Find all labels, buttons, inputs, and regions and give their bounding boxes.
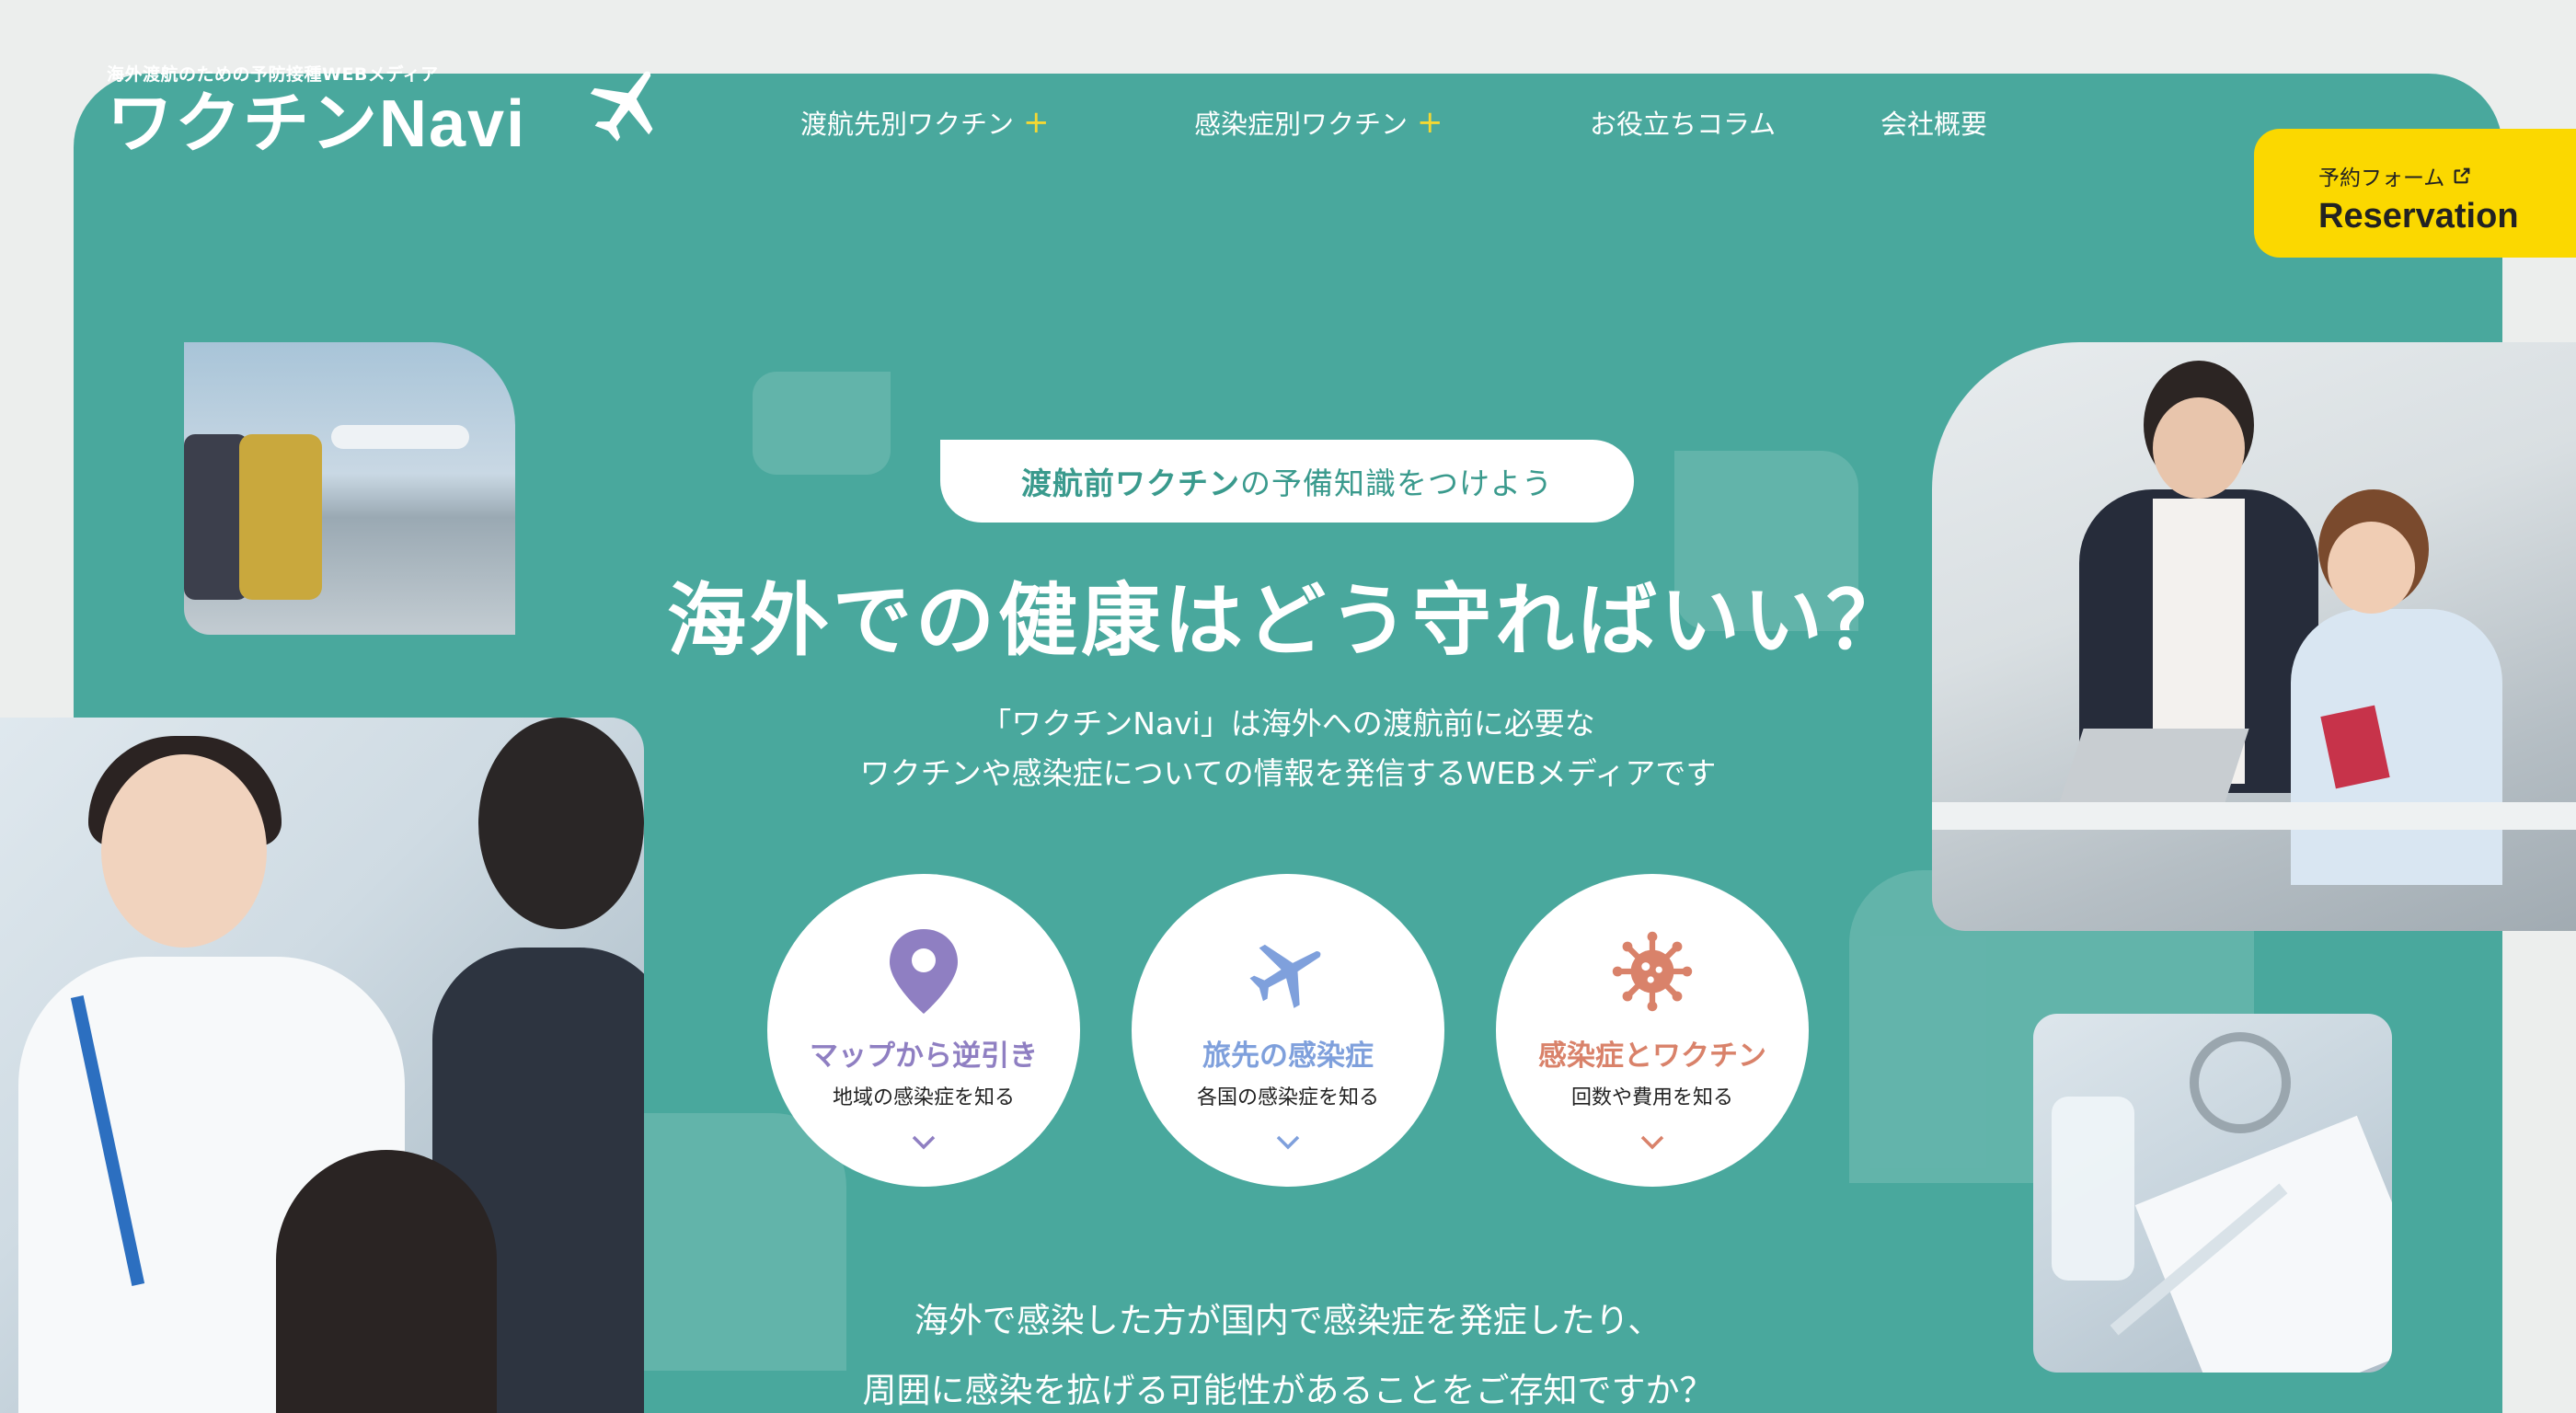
nav-item-company[interactable]: 会社概要 (1880, 103, 1987, 142)
nav-item-column[interactable]: お役立ちコラム (1590, 103, 1776, 142)
question-line: 海外で感染した方が国内で感染症を発症したり、 (914, 1301, 1662, 1340)
description-line: ワクチンや感染症についての情報を発信するWEBメディアです (859, 755, 1717, 791)
intro-pill: 渡航前ワクチン の予備知識をつけよう (940, 440, 1634, 523)
airplane-shape (331, 425, 469, 449)
intro-question: 海外で感染した方が国内で感染症を発症したり、 周囲に感染を拡げる可能性があること… (0, 1286, 2576, 1413)
card-title: 旅先の感染症 (1202, 1040, 1374, 1073)
virus-icon (1612, 931, 1693, 1012)
pill-text: の予備知識をつけよう (1240, 465, 1553, 501)
external-link-icon (2454, 167, 2470, 184)
map-pin-icon (890, 929, 958, 1014)
nav-label: 感染症別ワクチン (1194, 109, 1409, 140)
logo-tagline: 海外渡航のための予防接種WEBメディア (107, 64, 439, 85)
card-destination-diseases[interactable]: 旅先の感染症 各国の感染症を知る (1132, 874, 1444, 1187)
nav-label: お役立ちコラム (1590, 109, 1777, 140)
airplane-icon (590, 71, 653, 142)
reservation-label-top: 予約フォーム (2318, 167, 2445, 190)
question-line: 周囲に感染を拡げる可能性があることをご存知ですか？ (862, 1371, 1714, 1410)
card-subtitle: 回数や費用を知る (1570, 1086, 1733, 1109)
logo-name: ワクチンNavi (107, 87, 527, 161)
card-title: マップから逆引き (810, 1040, 1038, 1073)
nav-item-disease-vaccines[interactable]: 感染症別ワクチン + (1194, 103, 1443, 142)
chevron-down-icon (912, 1135, 936, 1150)
nav-label: 会社概要 (1880, 109, 1988, 140)
nav-item-destination-vaccines[interactable]: 渡航先別ワクチン + (800, 103, 1050, 142)
card-subtitle: 各国の感染症を知る (1196, 1086, 1379, 1109)
man-face-shape (2153, 397, 2245, 499)
reservation-label-main: Reservation (2318, 197, 2519, 236)
vial-shape (2052, 1097, 2134, 1281)
plus-icon: + (1023, 104, 1050, 141)
description-line: 「ワクチンNavi」は海外への渡航前に必要な (981, 706, 1595, 741)
chevron-down-icon (1276, 1135, 1300, 1150)
hero-headline: 海外での健康はどう守ればいい？ (667, 575, 1909, 667)
plus-icon: + (1417, 104, 1443, 141)
card-diseases-vaccines[interactable]: 感染症とワクチン 回数や費用を知る (1496, 874, 1809, 1187)
card-subtitle: 地域の感染症を知る (832, 1086, 1015, 1109)
stethoscope-shape (2190, 1032, 2291, 1133)
chevron-down-icon (1640, 1135, 1664, 1150)
decorative-shape (753, 372, 891, 475)
site-logo[interactable]: 海外渡航のための予防接種WEBメディア ワクチンNavi (107, 61, 653, 161)
card-map-search[interactable]: マップから逆引き 地域の感染症を知る (767, 874, 1080, 1187)
airplane-icon (1249, 944, 1321, 1008)
nav-label: 渡航先別ワクチン (800, 109, 1015, 140)
hero-description: 「ワクチンNavi」は海外への渡航前に必要な ワクチンや感染症についての情報を発… (0, 699, 2576, 798)
reservation-button[interactable]: 予約フォーム Reservation (2254, 129, 2576, 258)
card-title: 感染症とワクチン (1538, 1040, 1766, 1073)
pill-bold-text: 渡航前ワクチン (1021, 465, 1240, 501)
table-shape (1932, 802, 2576, 830)
reservation-label-row: 予約フォーム (2318, 160, 2576, 191)
